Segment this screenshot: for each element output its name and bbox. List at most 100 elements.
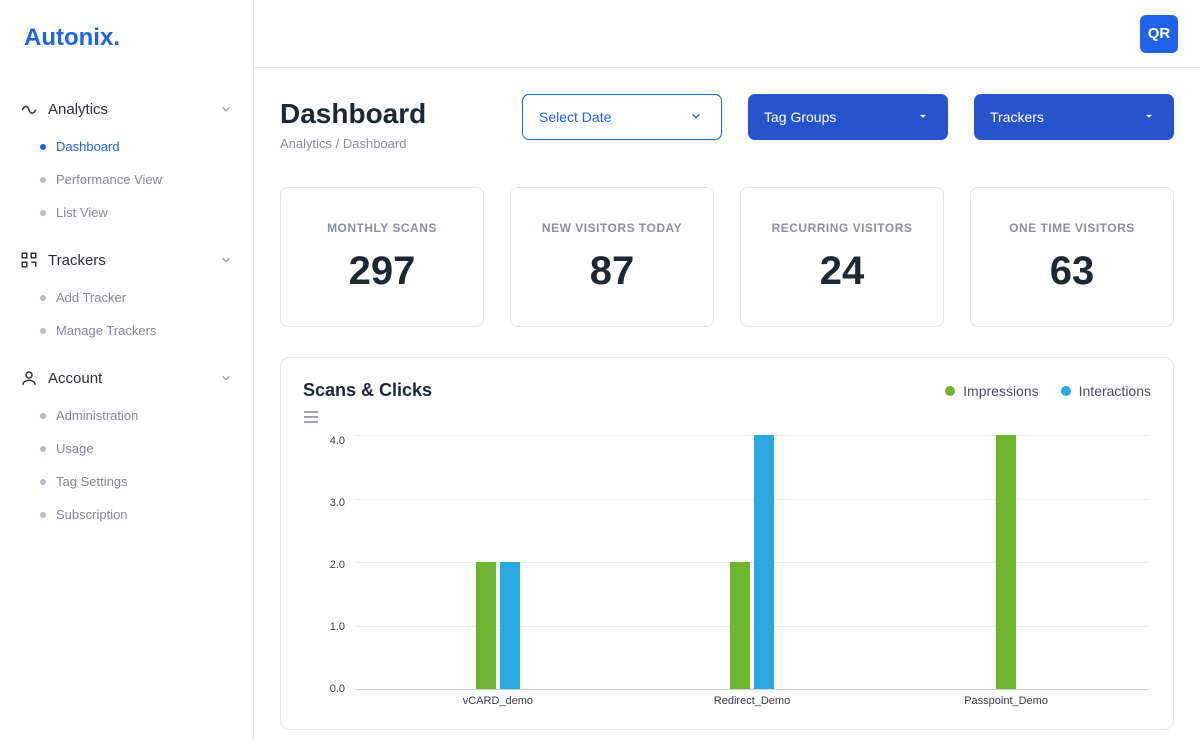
bar-impressions [476, 562, 496, 689]
nav-group-trackers[interactable]: Trackers [12, 243, 241, 277]
select-tag-groups[interactable]: Tag Groups [748, 94, 948, 140]
stat-card-new-visitors: NEW VISITORS TODAY 87 [510, 187, 714, 327]
caret-down-icon [916, 109, 932, 125]
brand-logo: Autonix. [0, 18, 253, 78]
chart-plot: 4.03.02.01.00.0 vCARD_demoRedirect_DemoP… [317, 429, 1151, 719]
sidebar-item-dashboard[interactable]: Dashboard [24, 130, 241, 163]
bullet-icon [40, 144, 46, 150]
stat-value: 297 [349, 249, 416, 294]
chart-legend: Impressions Interactions [945, 383, 1151, 399]
select-label: Trackers [990, 109, 1044, 125]
nav-group-label: Trackers [48, 252, 209, 269]
sidebar-item-label: Add Tracker [56, 290, 126, 305]
bar-group [474, 562, 522, 689]
hamburger-icon [303, 411, 1151, 423]
select-date[interactable]: Select Date [522, 94, 722, 140]
chevron-down-icon [689, 109, 705, 125]
trackers-icon [20, 251, 38, 269]
sidebar: Autonix. Analytics Dashboard Performance… [0, 0, 254, 741]
chart-card-scans-clicks: Scans & Clicks Impressions Interactions … [280, 357, 1174, 730]
select-trackers[interactable]: Trackers [974, 94, 1174, 140]
stat-cards: MONTHLY SCANS 297 NEW VISITORS TODAY 87 … [280, 187, 1174, 327]
nav-group-label: Account [48, 370, 209, 387]
page-title: Dashboard [280, 94, 426, 130]
sidebar-item-label: Manage Trackers [56, 323, 156, 338]
sidebar-item-label: Dashboard [56, 139, 120, 154]
legend-item-impressions: Impressions [945, 383, 1038, 399]
analytics-icon [20, 100, 38, 118]
bar-interactions [754, 435, 774, 689]
legend-label: Impressions [963, 383, 1038, 399]
bullet-icon [40, 328, 46, 334]
stat-value: 63 [1050, 249, 1095, 294]
caret-down-icon [1142, 109, 1158, 125]
bar-group [982, 435, 1030, 689]
sidebar-item-label: Subscription [56, 507, 128, 522]
bullet-icon [40, 479, 46, 485]
sidebar-item-usage[interactable]: Usage [24, 432, 241, 465]
stat-value: 87 [590, 249, 635, 294]
x-tick: Passpoint_Demo [964, 695, 1048, 707]
bullet-icon [40, 177, 46, 183]
chart-bars [355, 435, 1149, 689]
sidebar-item-label: Performance View [56, 172, 162, 187]
bar-group [728, 435, 776, 689]
y-tick: 0.0 [317, 683, 345, 695]
legend-swatch [945, 386, 955, 396]
sidebar-item-performance-view[interactable]: Performance View [24, 163, 241, 196]
chart-title: Scans & Clicks [303, 380, 945, 401]
avatar[interactable]: QR [1140, 15, 1178, 53]
nav-group-analytics[interactable]: Analytics [12, 92, 241, 126]
bullet-icon [40, 210, 46, 216]
legend-swatch [1061, 386, 1071, 396]
chevron-down-icon [219, 371, 233, 385]
bullet-icon [40, 446, 46, 452]
bar-impressions [996, 435, 1016, 689]
y-tick: 3.0 [317, 497, 345, 509]
stat-label: RECURRING VISITORS [772, 221, 913, 235]
nav-group-label: Analytics [48, 101, 209, 118]
sidebar-item-list-view[interactable]: List View [24, 196, 241, 229]
x-axis: vCARD_demo Redirect_Demo Passpoint_Demo [355, 695, 1149, 717]
account-icon [20, 369, 38, 387]
topbar: QR [254, 0, 1200, 68]
avatar-initials: QR [1148, 25, 1171, 42]
bar-impressions [730, 562, 750, 689]
sidebar-item-label: Administration [56, 408, 138, 423]
sidebar-item-manage-trackers[interactable]: Manage Trackers [24, 314, 241, 347]
bullet-icon [40, 295, 46, 301]
sidebar-item-subscription[interactable]: Subscription [24, 498, 241, 531]
stat-label: ONE TIME VISITORS [1009, 221, 1135, 235]
select-label: Select Date [539, 109, 611, 125]
stat-label: MONTHLY SCANS [327, 221, 437, 235]
stat-card-one-time-visitors: ONE TIME VISITORS 63 [970, 187, 1174, 327]
x-tick: Redirect_Demo [714, 695, 790, 707]
legend-label: Interactions [1079, 383, 1151, 399]
y-axis: 4.03.02.01.00.0 [317, 429, 345, 689]
bar-interactions [500, 562, 520, 689]
legend-item-interactions: Interactions [1061, 383, 1151, 399]
chevron-down-icon [219, 102, 233, 116]
sidebar-item-add-tracker[interactable]: Add Tracker [24, 281, 241, 314]
bullet-icon [40, 512, 46, 518]
x-tick: vCARD_demo [463, 695, 533, 707]
nav: Analytics Dashboard Performance View Lis… [0, 92, 253, 531]
sidebar-item-label: Usage [56, 441, 94, 456]
stat-card-monthly-scans: MONTHLY SCANS 297 [280, 187, 484, 327]
sidebar-item-label: List View [56, 205, 108, 220]
breadcrumb: Analytics / Dashboard [280, 136, 426, 151]
main: QR Dashboard Analytics / Dashboard Selec… [254, 0, 1200, 741]
y-tick: 2.0 [317, 559, 345, 571]
stat-value: 24 [820, 249, 865, 294]
grid-line [355, 689, 1149, 690]
sidebar-item-tag-settings[interactable]: Tag Settings [24, 465, 241, 498]
sidebar-item-administration[interactable]: Administration [24, 399, 241, 432]
nav-group-account[interactable]: Account [12, 361, 241, 395]
y-tick: 4.0 [317, 435, 345, 447]
chart-menu-button[interactable] [303, 411, 1151, 423]
bullet-icon [40, 413, 46, 419]
stat-label: NEW VISITORS TODAY [542, 221, 682, 235]
sidebar-item-label: Tag Settings [56, 474, 128, 489]
chevron-down-icon [219, 253, 233, 267]
select-label: Tag Groups [764, 109, 836, 125]
